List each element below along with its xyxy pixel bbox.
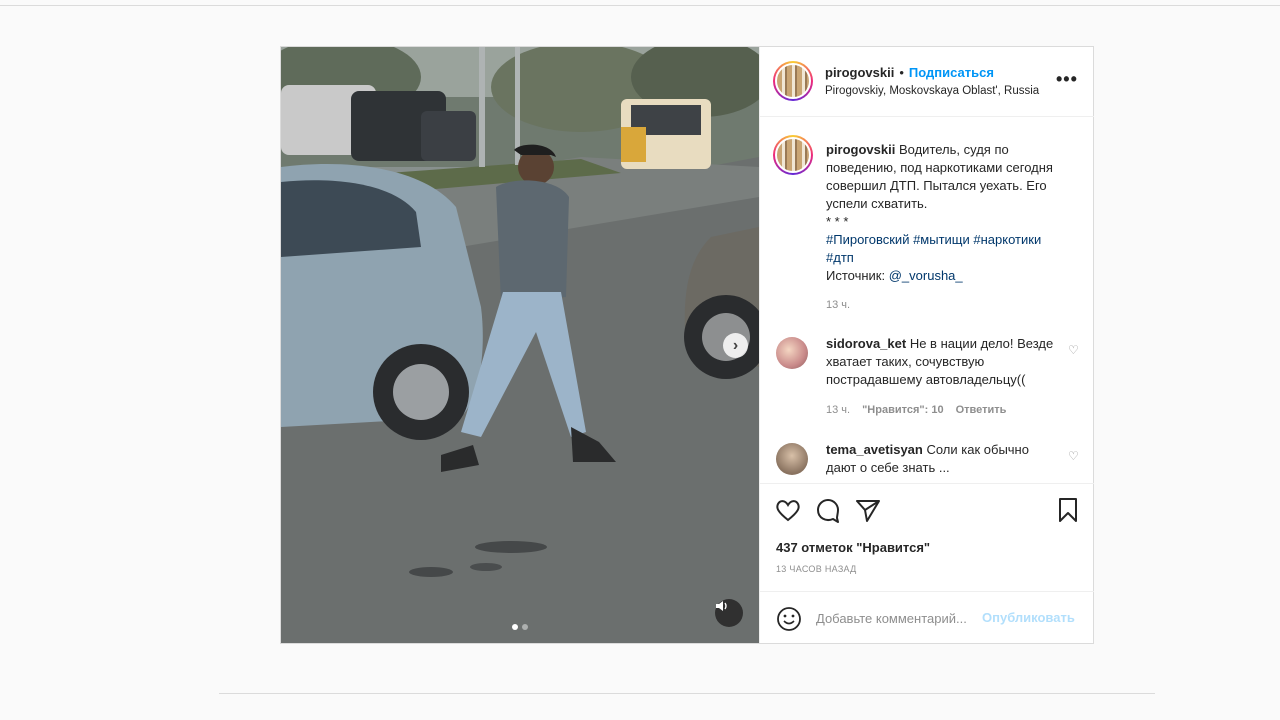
comment-likes[interactable]: "Нравится": 10: [862, 404, 943, 416]
post-header: pirogovskii • Подписаться Pirogovskiy, M…: [760, 47, 1094, 117]
commenter-avatar[interactable]: [776, 337, 808, 369]
separator-dot: •: [899, 65, 904, 80]
caption-username[interactable]: pirogovskii: [826, 142, 895, 157]
carousel-dot-active: [512, 624, 518, 630]
source-label: Источник:: [826, 268, 886, 283]
comment-time[interactable]: 13 ч.: [826, 404, 850, 416]
author-username[interactable]: pirogovskii: [825, 65, 894, 80]
comment-like-icon[interactable]: ♡: [1068, 343, 1079, 357]
chevron-right-icon: ›: [732, 336, 739, 354]
follow-button[interactable]: Подписаться: [909, 65, 994, 80]
comment-meta: 13 ч. "Нравится": 10 Ответить: [826, 404, 1006, 416]
reply-button[interactable]: Ответить: [956, 404, 1007, 416]
video-frame: [281, 47, 759, 643]
commenter-username[interactable]: sidorova_ket: [826, 336, 906, 351]
publish-button[interactable]: Опубликовать: [982, 610, 1075, 625]
bottom-divider: [219, 693, 1155, 694]
instagram-post: › pirogovskii • Подписаться Pirogovskiy,…: [280, 46, 1094, 644]
post-sidebar: pirogovskii • Подписаться Pirogovskiy, M…: [759, 47, 1094, 643]
post-actions: 437 отметок "Нравится" 13 ЧАСОВ НАЗАД: [760, 483, 1094, 591]
hashtag-link[interactable]: #мытищи: [913, 232, 970, 247]
emoji-icon[interactable]: [776, 606, 802, 632]
header-user-line: pirogovskii • Подписаться: [825, 65, 994, 80]
author-avatar[interactable]: [773, 61, 813, 101]
bookmark-save-icon[interactable]: [1054, 496, 1082, 524]
carousel-indicator: [512, 624, 528, 630]
comment-body: sidorova_ket Не в нации дело! Везде хват…: [826, 335, 1056, 389]
comment-like-icon[interactable]: ♡: [1068, 449, 1079, 463]
speaker-icon: [716, 601, 727, 611]
commenter-username[interactable]: tema_avetisyan: [826, 442, 923, 457]
add-comment-bar: Опубликовать: [760, 591, 1094, 643]
more-options-icon[interactable]: •••: [1056, 69, 1078, 90]
hashtag-link[interactable]: #Пироговский: [826, 232, 909, 247]
carousel-dot: [522, 624, 528, 630]
mute-toggle-button[interactable]: [715, 599, 743, 627]
likes-count[interactable]: 437 отметок "Нравится": [776, 540, 930, 555]
share-send-icon[interactable]: [854, 496, 882, 524]
caption-stars: * * *: [826, 214, 849, 229]
post-caption: pirogovskii Водитель, судя по поведению,…: [826, 141, 1078, 285]
hashtag-link[interactable]: #дтп: [826, 250, 854, 265]
comment-body: tema_avetisyan Соли как обычно дают о се…: [826, 441, 1056, 477]
comment-input[interactable]: [816, 608, 984, 628]
hashtag-link[interactable]: #наркотики: [973, 232, 1041, 247]
comments-area[interactable]: pirogovskii Водитель, судя по поведению,…: [760, 117, 1094, 483]
post-location[interactable]: Pirogovskiy, Moskovskaya Oblast', Russia: [825, 85, 1039, 97]
caption-author-avatar[interactable]: [773, 135, 813, 175]
commenter-avatar[interactable]: [776, 443, 808, 475]
comment-bubble-icon[interactable]: [814, 496, 842, 524]
carousel-next-button[interactable]: ›: [723, 333, 748, 358]
caption-time[interactable]: 13 ч.: [826, 299, 850, 311]
post-timestamp[interactable]: 13 ЧАСОВ НАЗАД: [776, 564, 857, 574]
post-video[interactable]: ›: [281, 47, 759, 643]
top-divider: [0, 5, 1280, 6]
source-mention-link[interactable]: @_vorusha_: [889, 268, 963, 283]
like-heart-icon[interactable]: [774, 496, 802, 524]
